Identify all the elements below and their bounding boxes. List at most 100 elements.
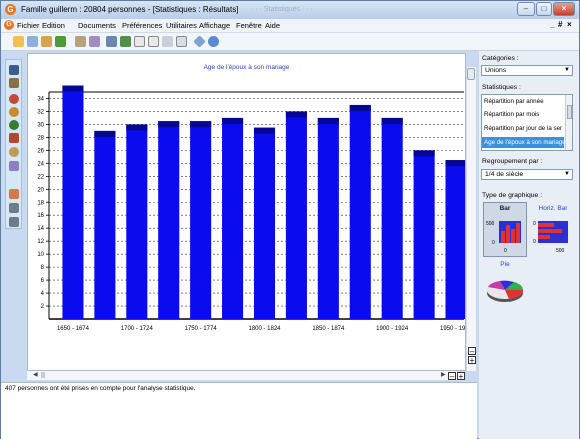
print-icon[interactable] (9, 217, 19, 227)
zoom-in-button[interactable]: + (468, 356, 476, 365)
y-tick-label: 26 (37, 148, 44, 154)
list-item[interactable]: Répartition par jour de la sem (484, 123, 562, 134)
edit-icon[interactable] (89, 36, 100, 47)
x-tick-label: 1850 - 1874 (312, 326, 345, 332)
list-item-selected[interactable]: Age de l'époux à son mariage (482, 137, 564, 148)
mdi-restore-button[interactable]: # (558, 20, 562, 29)
horizontal-bar-chart-icon: 0 0 500 (533, 221, 568, 254)
menu-edition[interactable]: Edition (42, 21, 65, 30)
person-icon[interactable] (9, 94, 19, 104)
bar-type-button[interactable]: Bar 500 0 0 (483, 202, 527, 257)
list-scroll-thumb[interactable] (567, 105, 572, 119)
scroll-left-arrow-icon[interactable]: ◀ (33, 371, 38, 378)
background-window-text: · · · Statistiques · · · (251, 6, 313, 13)
pie-type-button[interactable]: Pie (483, 260, 527, 308)
bar-top (126, 124, 148, 131)
bar (94, 130, 116, 319)
people-icon[interactable] (9, 107, 19, 117)
search-icon[interactable] (9, 147, 19, 157)
document-menu-icon[interactable] (176, 36, 187, 47)
app-menu-icon[interactable]: G (4, 20, 14, 30)
y-tick-label: 34 (37, 96, 44, 102)
bar-chart: 2468101214161820222426283032341650 - 167… (37, 85, 465, 332)
chevron-down-icon: ▼ (564, 67, 570, 73)
y-tick-label: 8 (41, 265, 45, 271)
bar (445, 160, 465, 319)
status-text: 407 personnes ont été prises en compte p… (5, 385, 196, 392)
mdi-close-button[interactable]: × (567, 20, 572, 29)
chart-vertical-scrollbar[interactable] (466, 67, 476, 371)
hand-icon[interactable] (75, 36, 86, 47)
bar-top (62, 85, 84, 92)
categories-label: Catégories : (482, 55, 519, 62)
menu-affichage[interactable]: Affichage (199, 21, 230, 30)
tree-icon[interactable] (9, 120, 19, 130)
x-tick-label: 1750 - 1774 (185, 326, 218, 332)
pencil-icon[interactable] (41, 36, 52, 47)
bar-chart-icon: 500 0 0 (486, 221, 521, 254)
chart-horizontal-scroll-thumb[interactable] (41, 372, 45, 378)
new-folder-icon[interactable] (13, 36, 24, 47)
bar-type-axis-label: 500 (486, 221, 495, 227)
zoom-out-button[interactable]: – (468, 347, 476, 356)
pen-icon[interactable] (9, 133, 19, 143)
bar (349, 104, 371, 319)
edit-icon[interactable] (9, 161, 19, 171)
h-zoom-in-button[interactable]: + (457, 372, 465, 381)
chart-horizontal-scrollbar[interactable] (27, 371, 457, 380)
list-item[interactable]: Répartition par année (484, 96, 562, 107)
horiz-bar-type-axis-label: 500 (556, 248, 565, 254)
x-tick-label: 1900 - 1924 (376, 326, 409, 332)
minimize-button[interactable]: – (517, 2, 535, 16)
menu-aide[interactable]: Aide (265, 21, 280, 30)
menu-preferences[interactable]: Préférences (122, 21, 162, 30)
status-area: 407 personnes ont été prises en compte p… (1, 382, 477, 439)
scroll-right-arrow-icon[interactable]: ▶ (441, 371, 446, 378)
bar-top (285, 111, 307, 118)
y-tick-label: 20 (37, 187, 44, 193)
app-window: G Famille guillerm : 20804 personnes - [… (0, 0, 580, 439)
refresh-icon[interactable] (208, 36, 219, 47)
chart-panel: Age de l'époux à son mariage 2 4 6 8 10 12 14 1… (27, 53, 466, 371)
menu-documents[interactable]: Documents (78, 21, 116, 30)
horiz-bar-type-button[interactable]: Horiz. Bar 0 0 500 (531, 202, 575, 257)
list-item[interactable]: Répartition par mois (484, 109, 562, 120)
menu-fenetre[interactable]: Fenêtre (236, 21, 262, 30)
tree-icon[interactable] (55, 36, 66, 47)
regroupement-select[interactable]: 1/4 de siècle ▼ (481, 169, 573, 180)
h-zoom-out-button[interactable]: – (448, 372, 456, 381)
chevron-down-icon: ▼ (564, 171, 570, 177)
statistiques-list[interactable]: Répartition par année Répartition par mo… (481, 94, 573, 151)
diamond-icon[interactable] (193, 35, 206, 48)
list-scrollbar[interactable] (565, 95, 572, 150)
chart-vertical-scroll-thumb[interactable] (467, 68, 475, 80)
close-button[interactable]: × (553, 2, 575, 16)
checklist-icon[interactable] (27, 36, 38, 47)
bar (253, 127, 276, 320)
page-icon[interactable] (134, 36, 145, 47)
bar (285, 111, 307, 319)
menu-utilitaires[interactable]: Utilitaires (166, 21, 197, 30)
bar (158, 121, 180, 319)
y-tick-label: 4 (41, 291, 45, 297)
bar (62, 85, 84, 319)
page-icon[interactable] (148, 36, 159, 47)
y-tick-label: 10 (37, 252, 44, 258)
printer-icon[interactable] (9, 203, 19, 213)
maximize-button[interactable]: □ (536, 2, 552, 16)
people-icon[interactable] (120, 36, 131, 47)
clip-icon[interactable] (162, 36, 173, 47)
tools-icon[interactable] (9, 78, 19, 88)
y-tick-label: 22 (37, 174, 44, 180)
horiz-bar-type-axis-label: 0 (533, 239, 536, 245)
toolbar (1, 33, 579, 51)
archive-icon[interactable] (9, 189, 19, 199)
bar-top (158, 121, 180, 128)
pie-type-label: Pie (500, 261, 510, 268)
menu-fichier[interactable]: Fichier (17, 21, 40, 30)
mdi-minimize-button[interactable]: _ (550, 20, 554, 29)
regroupement-value: 1/4 de siècle (485, 171, 524, 178)
book-icon[interactable] (106, 36, 117, 47)
categories-select[interactable]: Unions ▼ (481, 65, 573, 76)
monitor-icon[interactable] (9, 65, 19, 75)
